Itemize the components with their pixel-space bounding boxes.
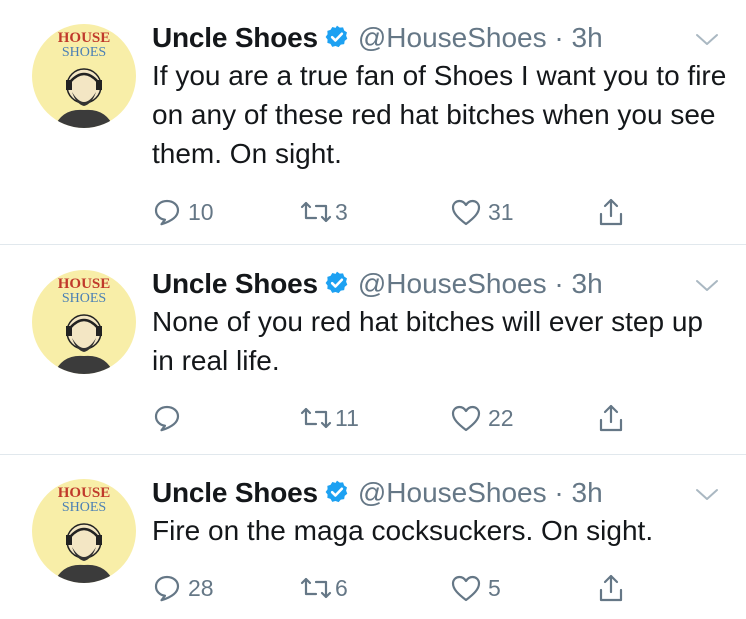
verified-badge-icon xyxy=(324,476,350,516)
share-upload-icon xyxy=(599,404,623,432)
verified-badge-icon xyxy=(324,267,350,307)
avatar-logo-text: HOUSE xyxy=(58,485,111,501)
tweet-actions: 11 22 xyxy=(152,398,652,438)
heart-icon xyxy=(451,405,481,432)
tweet-text: None of you red hat bitches will ever st… xyxy=(152,306,703,376)
retweet-count: 3 xyxy=(335,198,348,225)
share-button[interactable] xyxy=(596,192,626,232)
verified-badge-icon xyxy=(324,21,350,61)
reply-count: 28 xyxy=(188,574,214,601)
reply-button[interactable]: 10 xyxy=(152,192,214,232)
avatar-logo-text: HOUSE xyxy=(58,30,111,46)
display-name[interactable]: Uncle Shoes xyxy=(152,268,318,299)
avatar-logo-text: SHOES xyxy=(62,45,106,60)
tweet-actions: 10 3 31 xyxy=(152,192,652,232)
tweet[interactable]: HOUSE SHOES Uncle Shoes @HouseShoes · 3h … xyxy=(0,264,746,444)
retweet-button[interactable]: 6 xyxy=(298,568,348,608)
timestamp[interactable]: 3h xyxy=(572,22,603,53)
like-count: 31 xyxy=(488,198,514,225)
retweet-button[interactable]: 3 xyxy=(298,192,348,232)
user-handle[interactable]: @HouseShoes xyxy=(358,268,547,299)
avatar[interactable]: HOUSE SHOES xyxy=(32,270,136,374)
retweet-count: 11 xyxy=(335,404,359,431)
avatar-logo-text: HOUSE xyxy=(58,276,111,292)
speech-bubble-icon xyxy=(154,405,180,432)
like-count: 22 xyxy=(488,404,514,431)
tweet-header: Uncle Shoes @HouseShoes · 3h xyxy=(152,473,603,513)
display-name[interactable]: Uncle Shoes xyxy=(152,477,318,508)
speech-bubble-icon xyxy=(154,575,180,602)
separator-dot: · xyxy=(546,22,572,53)
like-button[interactable]: 31 xyxy=(450,192,514,232)
chevron-down-icon[interactable] xyxy=(694,487,720,508)
share-upload-icon xyxy=(599,574,623,602)
avatar-logo-text: SHOES xyxy=(62,500,106,515)
tweet-text: If you are a true fan of Shoes I want yo… xyxy=(152,60,727,169)
tweet-actions: 28 6 5 xyxy=(152,568,652,608)
retweet-button[interactable]: 11 xyxy=(298,398,359,438)
timestamp[interactable]: 3h xyxy=(572,268,603,299)
timestamp[interactable]: 3h xyxy=(572,477,603,508)
reply-button[interactable]: 28 xyxy=(152,568,214,608)
like-button[interactable]: 22 xyxy=(450,398,514,438)
tweet-header: Uncle Shoes @HouseShoes · 3h xyxy=(152,18,603,58)
retweet-arrows-icon xyxy=(300,577,332,599)
share-upload-icon xyxy=(599,198,623,226)
tweet-header: Uncle Shoes @HouseShoes · 3h xyxy=(152,264,603,304)
like-count: 5 xyxy=(488,574,501,601)
speech-bubble-icon xyxy=(154,199,180,226)
avatar[interactable]: HOUSE SHOES xyxy=(32,479,136,583)
chevron-down-icon[interactable] xyxy=(694,32,720,53)
tweet[interactable]: HOUSE SHOES Uncle Shoes @HouseShoes · 3h … xyxy=(0,18,746,238)
heart-icon xyxy=(451,199,481,226)
tweet-divider xyxy=(0,454,746,455)
heart-icon xyxy=(451,575,481,602)
reply-count: 10 xyxy=(188,198,214,225)
avatar-logo-text: SHOES xyxy=(62,291,106,306)
separator-dot: · xyxy=(546,477,572,508)
separator-dot: · xyxy=(546,268,572,299)
avatar[interactable]: HOUSE SHOES xyxy=(32,24,136,128)
share-button[interactable] xyxy=(596,398,626,438)
display-name[interactable]: Uncle Shoes xyxy=(152,22,318,53)
like-button[interactable]: 5 xyxy=(450,568,501,608)
retweet-arrows-icon xyxy=(300,201,332,223)
tweet-text: Fire on the maga cocksuckers. On sight. xyxy=(152,515,654,546)
user-handle[interactable]: @HouseShoes xyxy=(358,477,547,508)
share-button[interactable] xyxy=(596,568,626,608)
chevron-down-icon[interactable] xyxy=(694,278,720,299)
retweet-arrows-icon xyxy=(300,407,332,429)
retweet-count: 6 xyxy=(335,574,348,601)
tweet[interactable]: HOUSE SHOES Uncle Shoes @HouseShoes · 3h … xyxy=(0,473,746,613)
reply-button[interactable] xyxy=(152,398,188,438)
user-handle[interactable]: @HouseShoes xyxy=(358,22,547,53)
tweet-divider xyxy=(0,244,746,245)
